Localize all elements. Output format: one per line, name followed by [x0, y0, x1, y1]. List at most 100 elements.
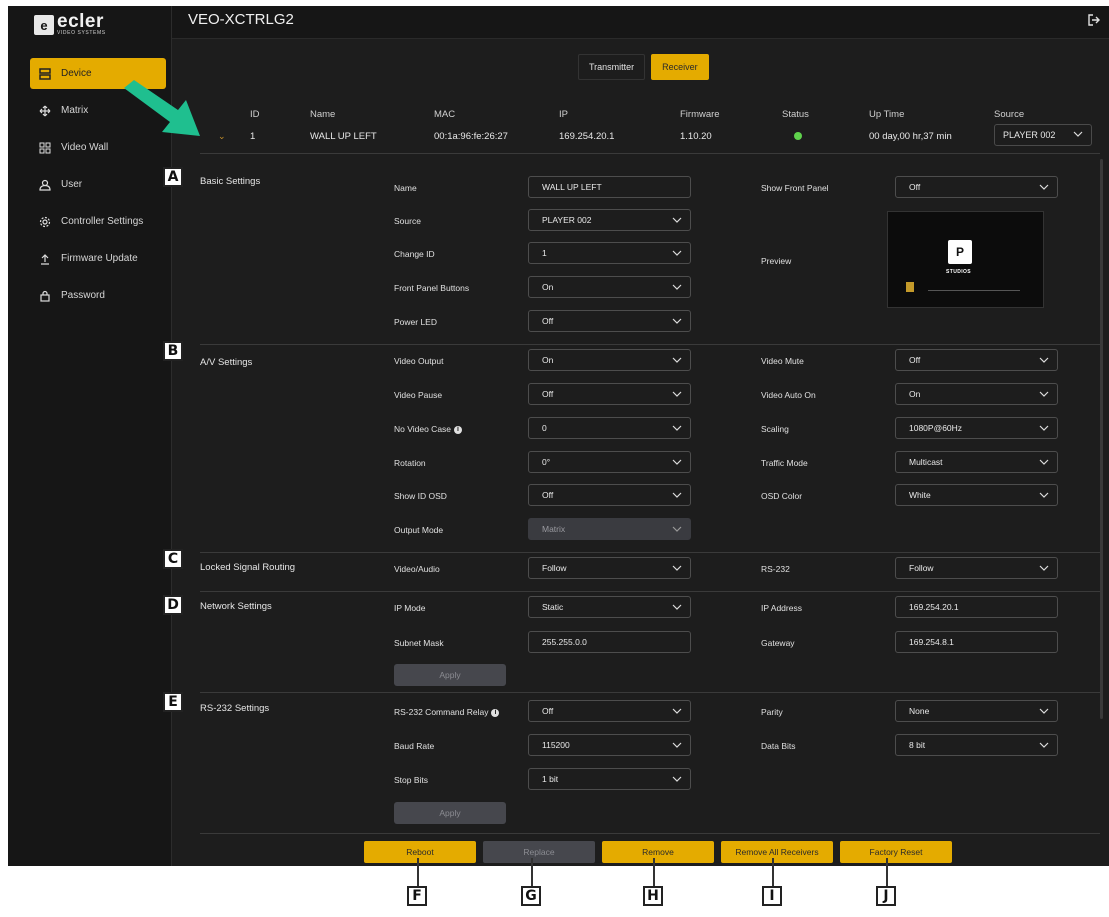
ip-mode-dropdown[interactable]: Static [528, 596, 691, 618]
scaling-label: Scaling [761, 424, 789, 434]
callout-e: E [163, 692, 183, 712]
stop-bits-label: Stop Bits [394, 775, 429, 785]
parity-dropdown[interactable]: None [895, 700, 1058, 722]
callout-c: C [163, 549, 183, 569]
traffic-mode-label: Traffic Mode [761, 458, 808, 468]
chevron-down-icon [672, 425, 682, 431]
show-front-panel-dropdown[interactable]: Off [895, 176, 1058, 198]
video-wall-icon [39, 142, 51, 154]
no-video-case-dropdown[interactable]: 0 [528, 417, 691, 439]
data-bits-dropdown[interactable]: 8 bit [895, 734, 1058, 756]
scaling-dropdown[interactable]: 1080P@60Hz [895, 417, 1058, 439]
gateway-input[interactable]: 169.254.8.1 [895, 631, 1058, 653]
sidebar-item-controller-settings[interactable]: Controller Settings [30, 206, 166, 237]
chevron-down-icon [672, 459, 682, 465]
top-bar: VEO-XCTRLG2 [172, 6, 1109, 39]
video-audio-dropdown[interactable]: Follow [528, 557, 691, 579]
connector-g [531, 858, 533, 886]
callout-a: A [163, 167, 183, 187]
name-value: WALL UP LEFT [542, 182, 602, 192]
source-select[interactable]: PLAYER 002 [994, 124, 1092, 146]
video-mute-value: Off [909, 355, 921, 365]
chevron-down-icon [1039, 708, 1049, 714]
rotation-label: Rotation [394, 458, 426, 468]
reboot-button[interactable]: Reboot [364, 841, 476, 863]
stop-bits-value: 1 bit [542, 774, 559, 784]
video-mute-dropdown[interactable]: Off [895, 349, 1058, 371]
gateway-value: 169.254.8.1 [909, 637, 954, 647]
logo-mark-icon: e [34, 15, 54, 35]
chevron-down-icon [672, 604, 682, 610]
col-name: Name [310, 109, 336, 120]
video-output-dropdown[interactable]: On [528, 349, 691, 371]
scrollbar[interactable] [1100, 159, 1103, 719]
video-pause-value: Off [542, 389, 554, 399]
remove-button[interactable]: Remove [602, 841, 714, 863]
divider [200, 344, 1100, 345]
replace-button[interactable]: Replace [483, 841, 595, 863]
sidebar-item-label: Video Wall [61, 142, 109, 153]
change-id-dropdown[interactable]: 1 [528, 242, 691, 264]
command-relay-dropdown[interactable]: Off [528, 700, 691, 722]
page-title: VEO-XCTRLG2 [188, 11, 294, 28]
connector-j [886, 858, 888, 886]
video-audio-label: Video/Audio [394, 564, 440, 574]
video-output-label: Video Output [394, 356, 444, 366]
callout-g: G [521, 886, 541, 906]
main-content: Transmitter Receiver ID Name MAC IP Firm… [172, 39, 1109, 866]
show-id-osd-dropdown[interactable]: Off [528, 484, 691, 506]
locked-signal-routing-title: Locked Signal Routing [200, 562, 296, 573]
osd-color-dropdown[interactable]: White [895, 484, 1058, 506]
chevron-down-icon [1039, 425, 1049, 431]
rs232-settings-title: RS-232 Settings [200, 703, 270, 714]
subnet-mask-input[interactable]: 255.255.0.0 [528, 631, 691, 653]
sidebar-item-firmware-update[interactable]: Firmware Update [30, 243, 166, 274]
show-id-osd-value: Off [542, 490, 554, 500]
change-id-value: 1 [542, 248, 547, 258]
baud-rate-label: Baud Rate [394, 741, 435, 751]
baud-rate-dropdown[interactable]: 115200 [528, 734, 691, 756]
chevron-down-icon [672, 391, 682, 397]
callout-j: J [876, 886, 896, 906]
rotation-dropdown[interactable]: 0° [528, 451, 691, 473]
video-auto-on-dropdown[interactable]: On [895, 383, 1058, 405]
output-mode-dropdown: Matrix [528, 518, 691, 540]
chevron-down-icon [672, 492, 682, 498]
sidebar-item-password[interactable]: Password [30, 280, 166, 311]
video-pause-dropdown[interactable]: Off [528, 383, 691, 405]
source-dropdown[interactable]: PLAYER 002 [528, 209, 691, 231]
name-field[interactable]: WALL UP LEFT [528, 176, 691, 198]
tab-receiver[interactable]: Receiver [651, 54, 709, 80]
chevron-down-icon [1039, 357, 1049, 363]
chevron-down-icon [1039, 459, 1049, 465]
gear-icon [39, 216, 51, 228]
front-panel-buttons-dropdown[interactable]: On [528, 276, 691, 298]
logout-icon[interactable] [1087, 13, 1101, 27]
chevron-down-icon [672, 318, 682, 324]
source-label: Source [394, 216, 421, 226]
ip-address-label: IP Address [761, 603, 802, 613]
no-video-case-text: No Video Case [394, 424, 452, 434]
chevron-down-icon [1073, 131, 1083, 137]
network-apply-button[interactable]: Apply [394, 664, 506, 686]
stop-bits-dropdown[interactable]: 1 bit [528, 768, 691, 790]
sidebar-item-user[interactable]: User [30, 169, 166, 200]
factory-reset-button[interactable]: Factory Reset [840, 841, 952, 863]
info-icon[interactable]: i [491, 708, 500, 717]
rs232-apply-button[interactable]: Apply [394, 802, 506, 824]
tab-transmitter[interactable]: Transmitter [578, 54, 646, 80]
command-relay-label: RS-232 Command Relay i [394, 707, 500, 717]
remove-all-receivers-button[interactable]: Remove All Receivers [721, 841, 833, 863]
video-audio-value: Follow [542, 563, 567, 573]
logo-sub: VIDEO SYSTEMS [57, 30, 106, 36]
traffic-mode-dropdown[interactable]: Multicast [895, 451, 1058, 473]
ip-address-input[interactable]: 169.254.20.1 [895, 596, 1058, 618]
rs232-routing-dropdown[interactable]: Follow [895, 557, 1058, 579]
callout-i: I [762, 886, 782, 906]
power-led-dropdown[interactable]: Off [528, 310, 691, 332]
video-output-value: On [542, 355, 554, 365]
info-icon[interactable]: i [454, 425, 463, 434]
parity-value: None [909, 706, 930, 716]
chevron-down-icon [1039, 492, 1049, 498]
chevron-down-icon[interactable]: ⌄ [218, 131, 226, 142]
